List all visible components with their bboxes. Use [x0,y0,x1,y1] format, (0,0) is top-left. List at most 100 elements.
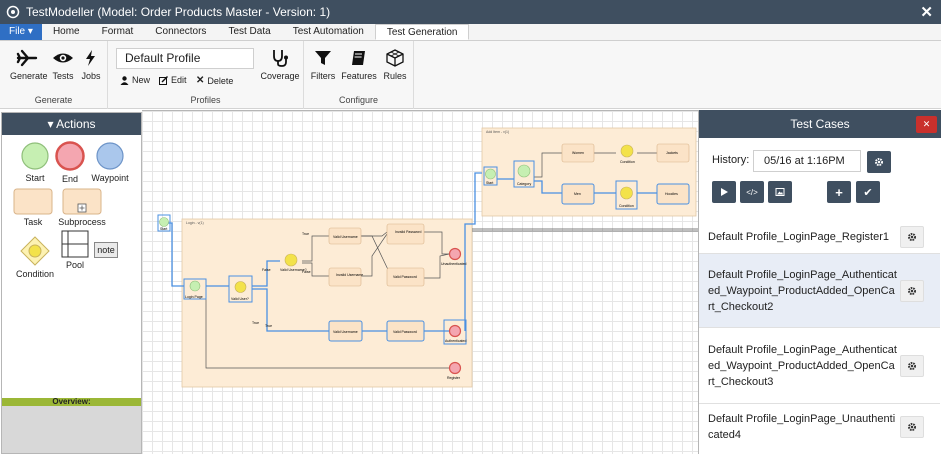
filters-button[interactable]: Filters [306,49,340,81]
gear-icon [908,423,916,431]
process-diagram[interactable]: Login - v(1) Add Item - v(1) Start Login… [142,111,698,454]
svg-text:Start: Start [160,227,167,231]
svg-text:Invalid Username: Invalid Username [336,273,363,277]
new-profile-button[interactable]: New [120,75,150,85]
window-close-icon[interactable]: ✕ [920,3,933,21]
delete-profile-button[interactable]: ✕ Delete [196,75,233,86]
shape-end[interactable]: End [53,140,87,184]
edge-label-false-2: False [302,270,311,274]
node-valid-username-task-2[interactable]: Valid Username [328,320,363,342]
tab-format[interactable]: Format [91,24,145,40]
shape-start[interactable]: Start [18,141,52,183]
tab-home[interactable]: Home [42,24,91,40]
shape-task[interactable]: Task [12,188,54,227]
times-icon: ✕ [196,75,205,86]
cube-icon [386,49,404,67]
ribbon-group-profiles: Default Profile New Edit ✕ Delete Covera… [108,41,304,109]
plus-icon: + [835,184,843,200]
svg-text:Condition: Condition [619,204,634,208]
tab-test-generation[interactable]: Test Generation [374,24,470,40]
edit-profile-button[interactable]: Edit [159,75,187,85]
node-jackets-task[interactable]: Jackets [656,143,690,163]
overview-panel: Overview: [2,398,141,453]
test-case-settings-button-2[interactable] [900,279,924,302]
actions-panel: ▾ Actions Start End Waypoint Task Subpro… [1,112,142,454]
run-button[interactable] [712,181,736,203]
node-valid-password-task-2[interactable]: Valid Password [386,320,425,342]
window-title: TestModeller (Model: Order Products Mast… [26,5,331,19]
subprocess-rect-icon [62,188,102,215]
jobs-button[interactable]: Jobs [74,49,108,81]
close-panel-button[interactable]: ✕ [916,116,937,133]
shape-pool[interactable]: Pool [60,230,90,270]
condition-diamond-icon [20,236,50,266]
node-start-login[interactable]: Start [157,214,171,232]
pool-login[interactable]: Login - v(1) [181,218,473,388]
airplane-icon [16,49,38,67]
svg-text:Invalid Password: Invalid Password [395,230,422,234]
test-case-item-2[interactable]: Default Profile_LoginPage_Authenticated_… [699,254,940,328]
window-titlebar: TestModeller (Model: Order Products Mast… [0,0,941,24]
node-hoodies-task[interactable]: Hoodies [656,183,690,205]
book-icon [352,51,365,65]
pool-grid-icon [61,230,89,258]
svg-text:Login Page: Login Page [185,295,203,299]
shape-subprocess[interactable]: Subprocess [57,188,107,227]
waypoint-circle-icon [96,142,124,170]
svg-text:Condition: Condition [620,160,635,164]
eye-icon [53,53,73,63]
svg-text:Valid User?: Valid User? [231,297,249,301]
group-label-configure: Configure [338,95,379,105]
coverage-button[interactable]: Coverage [258,49,302,81]
test-case-item-3[interactable]: Default Profile_LoginPage_Authenticated_… [699,328,940,404]
svg-text:Valid Password: Valid Password [393,330,417,334]
profile-select[interactable]: Default Profile [116,48,254,69]
gear-icon [875,158,883,166]
test-case-item-4[interactable]: Default Profile_LoginPage_Unauthenticate… [699,404,940,450]
add-test-button[interactable]: + [827,181,851,203]
diagram-canvas[interactable]: Login - v(1) Add Item - v(1) Start Login… [142,110,698,454]
shape-condition[interactable]: Condition [14,235,56,279]
test-case-settings-button-1[interactable] [900,225,924,248]
edge-label-false: False [262,268,271,272]
image-button[interactable] [768,181,792,203]
history-label: History: [712,154,750,166]
shape-note[interactable]: note [94,242,118,258]
actions-header[interactable]: ▾ Actions [2,113,141,135]
code-icon: </> [746,187,758,197]
generate-button[interactable]: Generate [10,49,48,81]
menu-tabs: File ▾ Home Format Connectors Test Data … [0,24,941,41]
tab-file[interactable]: File ▾ [0,24,42,40]
confirm-button[interactable]: ✔ [856,181,880,203]
test-case-settings-button-4[interactable] [900,416,924,438]
history-settings-button[interactable] [867,151,891,173]
node-valid-password-task[interactable]: Valid Password [386,267,425,287]
check-icon: ✔ [863,186,873,199]
stethoscope-icon [273,50,288,67]
overview-header: Overview: [2,398,141,406]
svg-text:Jackets: Jackets [666,151,678,155]
test-case-settings-button-3[interactable] [900,354,924,377]
tab-connectors[interactable]: Connectors [144,24,217,40]
svg-text:Women: Women [572,151,584,155]
svg-text:Authenticated: Authenticated [445,339,466,343]
history-select[interactable]: 05/16 at 1:16PM [753,150,861,172]
gear-icon [908,286,916,295]
code-button[interactable]: </> [740,181,764,203]
group-label-generate: Generate [34,95,73,105]
node-invalid-password-task[interactable]: Invalid Password [386,223,425,245]
tab-test-data[interactable]: Test Data [217,24,281,40]
tab-test-automation[interactable]: Test Automation [282,24,375,40]
node-men-task[interactable]: Men [561,183,595,205]
app-logo-icon [6,5,20,19]
node-women-task[interactable]: Women [561,143,595,163]
node-valid-username-task[interactable]: Valid Username [328,227,362,245]
shape-waypoint[interactable]: Waypoint [90,141,130,183]
gear-icon [908,232,916,241]
pool-add-item-label: Add Item - v(1) [486,130,509,134]
test-case-item-1[interactable]: Default Profile_LoginPage_Register1 [699,220,940,254]
rules-button[interactable]: Rules [378,49,412,81]
node-invalid-username-task[interactable]: Invalid Username [328,267,363,287]
test-case-list: Default Profile_LoginPage_Register1 Defa… [699,220,940,450]
features-button[interactable]: Features [340,49,378,81]
